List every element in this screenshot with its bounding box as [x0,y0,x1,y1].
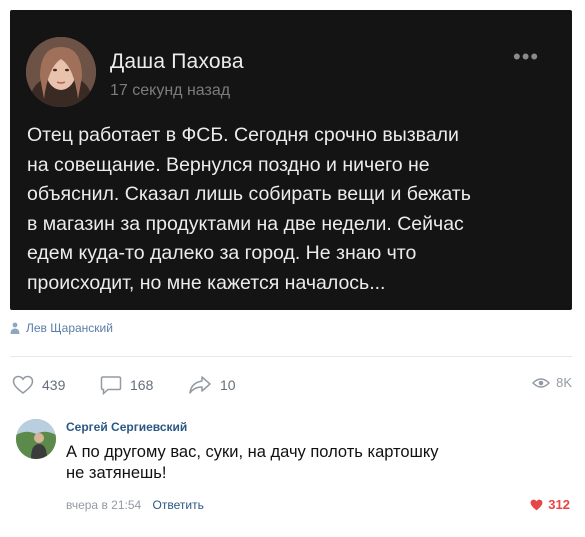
author-avatar[interactable] [26,37,96,107]
post-timestamp: 17 секунд назад [110,82,231,99]
comment-button[interactable]: 168 [100,375,153,395]
post-text-line: в магазин за продуктами на две недели. С… [27,212,464,235]
comment-meta: вчера в 21:54 Ответить [66,498,204,512]
more-options-icon[interactable]: ••• [513,46,539,68]
like-count: 439 [42,377,66,393]
author-name[interactable]: Даша Пахова [110,50,244,74]
views-count: 8K [556,375,572,390]
views-counter: 8K [532,375,572,390]
comment-count: 168 [130,377,154,393]
comment-timestamp: вчера в 21:54 [66,498,142,512]
post-text: Отец работает в ФСБ. Сегодня срочно вызв… [27,121,562,298]
post-text-line: едем куда-то далеко за город. Не знаю чт… [27,242,417,264]
eye-icon [532,377,551,388]
like-button[interactable]: 439 [12,375,65,395]
comment-like-count: 312 [548,497,570,512]
share-count: 10 [220,377,236,393]
post-attribution[interactable]: Лев Щаранский [10,321,113,335]
divider [10,356,572,357]
comment-text: А по другому вас, суки, на дачу полоть к… [66,442,546,484]
share-icon [189,376,211,394]
post-text-line: Отец работает в ФСБ. Сегодня срочно вызв… [27,124,459,146]
heart-icon [12,375,34,394]
post-actions-bar: 439 168 10 8K [10,375,572,399]
post-text-line: объяснил. Сказал лишь собирать вещи и бе… [27,183,471,205]
commenter-name[interactable]: Сергей Сергиевский [66,420,187,434]
comment-like-button[interactable]: 312 [530,497,570,512]
attribution-name[interactable]: Лев Щаранский [26,321,113,335]
comment-icon [100,376,122,395]
comment-text-line: А по другому вас, суки, на дачу полоть к… [66,443,439,461]
comment-text-line: не затянешь! [66,464,167,482]
share-button[interactable]: 10 [188,375,236,395]
commenter-avatar[interactable] [16,419,56,459]
person-icon [10,322,20,334]
heart-filled-icon [530,499,543,510]
reply-button[interactable]: Ответить [153,498,204,512]
post-text-line: происходит, но мне кажется началось... [27,271,386,294]
post-text-line: на совещание. Вернулся поздно и ничего н… [27,153,430,176]
comment: Сергей Сергиевский А по другому вас, сук… [10,412,572,522]
